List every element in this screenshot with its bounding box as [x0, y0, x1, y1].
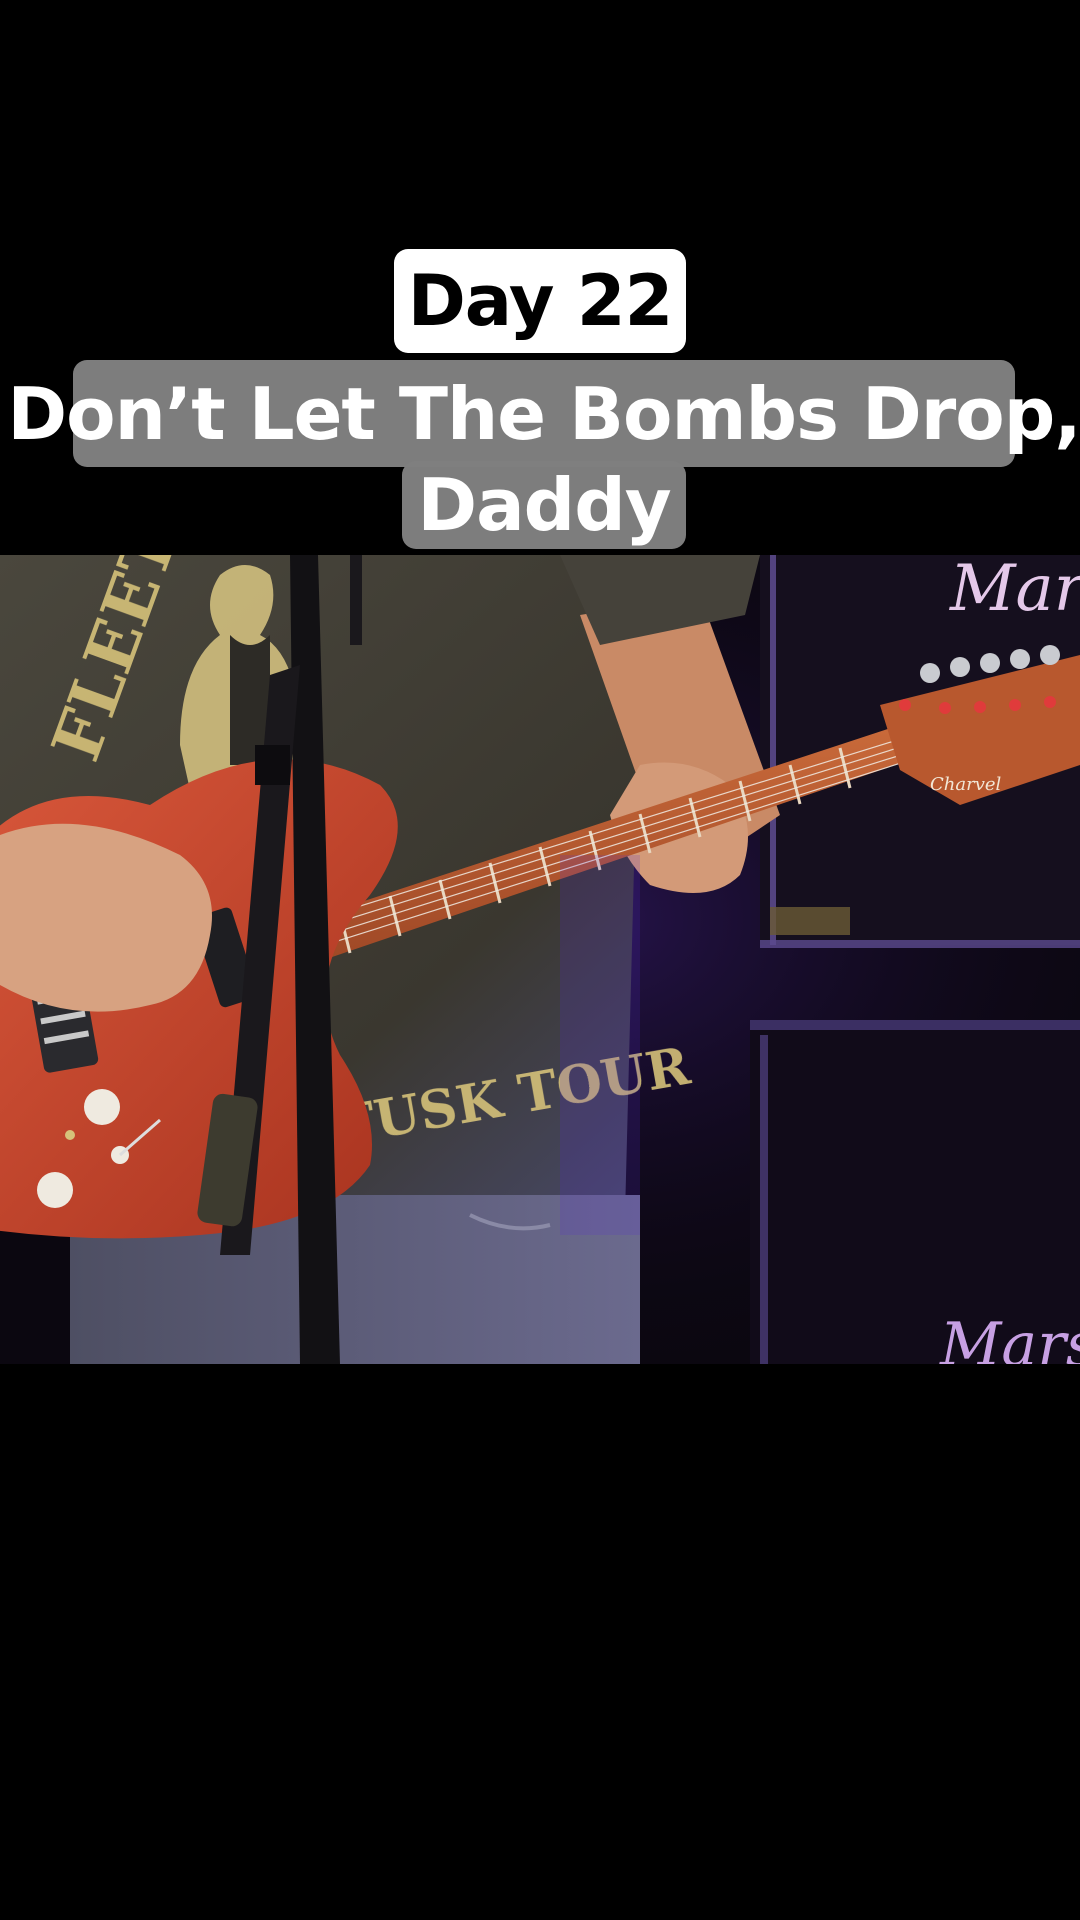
- headstock-logo: Charvel: [930, 774, 1002, 795]
- video-frame[interactable]: Marsh Marsh FLEETWOOD MAC TUSK TOUR: [0, 555, 1080, 1364]
- title-line-2: Daddy: [402, 461, 686, 549]
- screen: Day 22 Don’t Let The Bombs Drop, Daddy M…: [0, 0, 1080, 1920]
- amp-logo-bottom: Marsh: [939, 1310, 1080, 1364]
- day-label: Day 22: [394, 249, 686, 353]
- amp-logo-top: Marsh: [949, 555, 1080, 626]
- video-scene: Marsh Marsh FLEETWOOD MAC TUSK TOUR: [0, 555, 1080, 1364]
- title-line-1: Don’t Let The Bombs Drop,: [7, 360, 1080, 467]
